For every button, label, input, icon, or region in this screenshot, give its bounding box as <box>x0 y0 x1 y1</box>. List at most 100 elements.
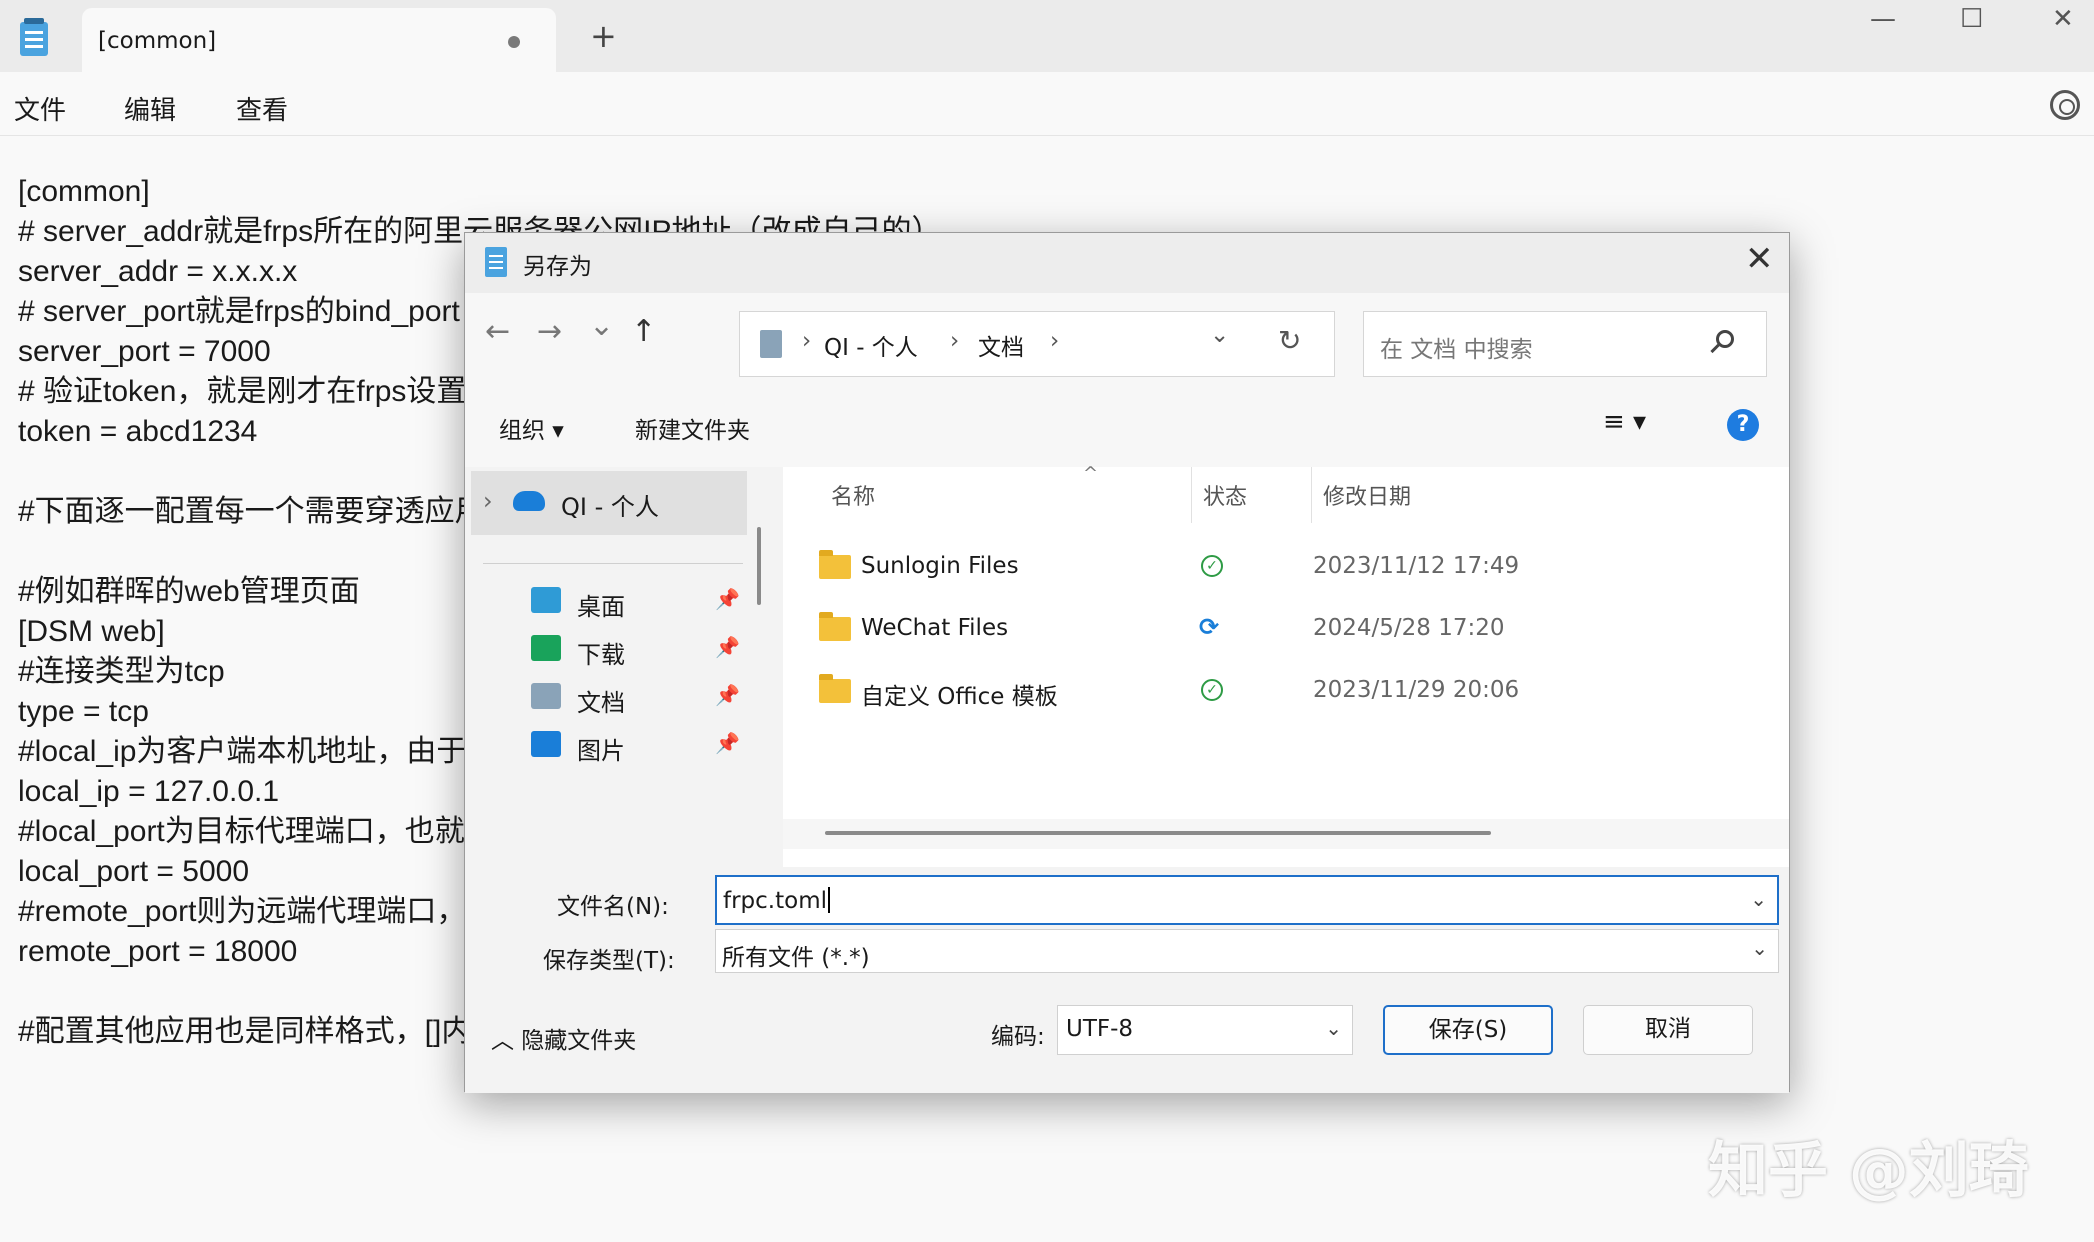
chevron-down-icon[interactable]: ⌄ <box>1750 887 1767 911</box>
close-window-button[interactable]: ✕ <box>2052 6 2074 32</box>
onedrive-cloud-icon <box>513 491 545 511</box>
documents-icon <box>531 683 561 709</box>
column-divider[interactable] <box>1311 467 1312 523</box>
synced-check-icon: ✓ <box>1201 555 1223 577</box>
breadcrumb-qi-personal[interactable]: QI - 个人 <box>824 328 918 362</box>
pin-icon[interactable]: 📌 <box>715 587 740 611</box>
up-arrow-icon[interactable]: ↑ <box>631 317 656 347</box>
file-list: ^ 名称 状态 修改日期 Sunlogin Files✓2023/11/12 1… <box>783 467 1789 867</box>
notepad-icon <box>485 247 507 277</box>
file-row[interactable]: WeChat Files⟳2024/5/28 17:20 <box>783 599 1789 659</box>
column-header-status[interactable]: 状态 <box>1203 479 1247 511</box>
quick-access-item[interactable]: 桌面 📌 <box>465 579 755 625</box>
search-placeholder: 在 文档 中搜索 <box>1380 330 1533 364</box>
address-dropdown-icon[interactable]: ⌄ <box>1210 322 1229 348</box>
pin-icon[interactable]: 📌 <box>715 683 740 707</box>
nav-item-label: QI - 个人 <box>561 487 659 522</box>
cancel-button[interactable]: 取消 <box>1583 1005 1753 1055</box>
menu-file[interactable]: 文件 <box>14 90 66 127</box>
breadcrumb-separator[interactable]: › <box>1050 328 1059 354</box>
window-titlebar: [common] + — ☐ ✕ <box>0 0 2094 72</box>
quick-access-item[interactable]: 下载📌 <box>465 627 755 673</box>
sort-ascending-icon: ^ <box>1083 463 1098 484</box>
column-header-name[interactable]: 名称 <box>831 479 875 511</box>
dialog-close-button[interactable]: ✕ <box>1745 239 1774 279</box>
filename-input[interactable]: frpc.toml ⌄ <box>715 875 1779 925</box>
encoding-label: 编码: <box>991 1017 1045 1051</box>
file-modified-date: 2024/5/28 17:20 <box>1313 615 1505 641</box>
menu-bar: 文件 编辑 查看 <box>0 72 2094 136</box>
download-icon <box>531 635 561 661</box>
back-arrow-icon[interactable]: ← <box>485 317 510 347</box>
address-bar[interactable]: › QI - 个人 › 文档 › ⌄ ↻ <box>739 311 1335 377</box>
desktop-icon <box>531 587 561 613</box>
pin-icon[interactable]: 📌 <box>715 731 740 755</box>
column-header-modified[interactable]: 修改日期 <box>1323 479 1411 511</box>
chevron-down-icon[interactable]: ⌄ <box>1325 1016 1342 1040</box>
help-icon[interactable]: ? <box>1727 409 1759 441</box>
filename-label: 文件名(N): <box>557 887 669 921</box>
quick-access-label: 文档 <box>577 683 625 718</box>
navigation-pane: › QI - 个人 桌面📌下载📌文档📌图片📌 <box>465 467 777 867</box>
tab-title: [common] <box>98 28 216 54</box>
file-name: Sunlogin Files <box>861 553 1019 579</box>
view-options-button[interactable]: ≡ ▾ <box>1603 407 1646 437</box>
dialog-titlebar: 另存为 ✕ <box>465 233 1789 293</box>
encoding-select[interactable]: UTF-8 ⌄ <box>1057 1005 1353 1055</box>
maximize-button[interactable]: ☐ <box>1960 6 1983 32</box>
new-folder-button[interactable]: 新建文件夹 <box>635 411 750 445</box>
dialog-title: 另存为 <box>523 247 592 281</box>
file-name: 自定义 Office 模板 <box>861 677 1058 711</box>
dialog-footer: ︿ 隐藏文件夹 编码: UTF-8 ⌄ 保存(S) 取消 <box>465 981 1789 1093</box>
search-input[interactable]: 在 文档 中搜索 <box>1363 311 1767 377</box>
chevron-down-icon[interactable]: ⌄ <box>1751 936 1768 960</box>
forward-arrow-icon[interactable]: → <box>537 317 562 347</box>
filename-value: frpc.toml <box>723 887 830 914</box>
file-row[interactable]: Sunlogin Files ✓ 2023/11/12 17:49 <box>783 537 1789 597</box>
file-modified-date: 2023/11/12 17:49 <box>1313 553 1519 579</box>
save-button[interactable]: 保存(S) <box>1383 1005 1553 1055</box>
nav-divider <box>483 563 743 564</box>
nav-item-qi-personal[interactable]: › QI - 个人 <box>471 471 747 535</box>
documents-icon <box>760 330 782 358</box>
synced-check-icon: ✓ <box>1201 679 1223 701</box>
editor-line[interactable]: [common] <box>18 172 2078 212</box>
search-icon[interactable] <box>1716 330 1734 348</box>
breadcrumb-separator[interactable]: › <box>950 328 959 354</box>
filetype-label: 保存类型(T): <box>543 941 675 975</box>
organize-button[interactable]: 组织 ▾ <box>499 411 564 445</box>
minimize-button[interactable]: — <box>1870 6 1896 32</box>
navigation-row: ← → ⌄ ↑ › QI - 个人 › 文档 › ⌄ ↻ 在 文档 中搜索 <box>465 293 1789 383</box>
save-as-dialog: 另存为 ✕ ← → ⌄ ↑ › QI - 个人 › 文档 › ⌄ ↻ 在 文档 … <box>464 232 1790 1092</box>
recent-locations-chevron-icon[interactable]: ⌄ <box>589 311 614 341</box>
filetype-value: 所有文件 (*.*) <box>722 938 870 972</box>
unsaved-dot-icon[interactable] <box>508 36 520 48</box>
menu-edit[interactable]: 编辑 <box>124 90 176 127</box>
command-bar: 组织 ▾ 新建文件夹 ≡ ▾ ? <box>465 383 1789 467</box>
quick-access-item[interactable]: 图片 📌 <box>465 723 755 769</box>
refresh-icon[interactable]: ↻ <box>1278 324 1301 357</box>
tab-common[interactable]: [common] <box>82 8 556 72</box>
breadcrumb-separator[interactable]: › <box>802 328 811 354</box>
pin-icon[interactable]: 📌 <box>715 635 740 659</box>
gear-icon[interactable] <box>2050 90 2080 120</box>
file-row[interactable]: 自定义 Office 模板✓2023/11/29 20:06 <box>783 661 1789 721</box>
menu-view[interactable]: 查看 <box>236 90 288 127</box>
encoding-value: UTF-8 <box>1066 1016 1133 1042</box>
new-tab-button[interactable]: + <box>590 20 617 52</box>
filetype-select[interactable]: 所有文件 (*.*) ⌄ <box>715 929 1779 973</box>
breadcrumb-documents[interactable]: 文档 <box>978 328 1024 362</box>
folder-icon <box>819 679 851 703</box>
pictures-icon <box>531 731 561 757</box>
nav-scrollbar[interactable] <box>757 527 761 605</box>
column-divider[interactable] <box>1191 467 1192 523</box>
hide-folders-toggle[interactable]: ︿ 隐藏文件夹 <box>491 1021 636 1055</box>
folder-icon <box>819 555 851 579</box>
quick-access-item[interactable]: 文档 📌 <box>465 675 755 721</box>
quick-access-label: 图片 <box>577 731 625 766</box>
folder-icon <box>819 617 851 641</box>
syncing-icon: ⟳ <box>1199 613 1219 641</box>
expand-chevron-icon[interactable]: › <box>483 487 493 515</box>
quick-access-label: 桌面 <box>577 587 625 622</box>
horizontal-scrollbar-thumb[interactable] <box>825 831 1491 835</box>
